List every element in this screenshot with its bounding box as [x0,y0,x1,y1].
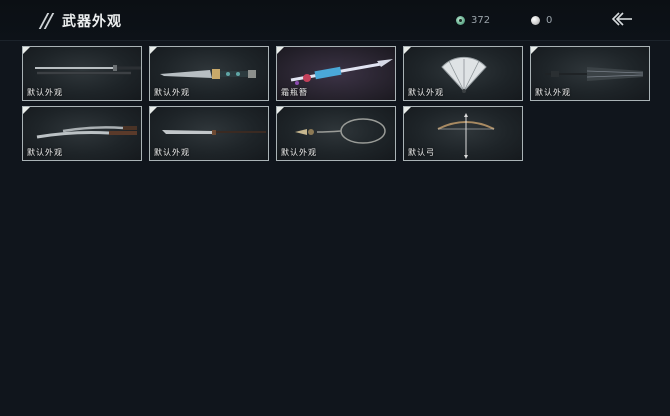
weapon-card-twin-blades[interactable]: 默认外观 [22,106,142,161]
weapon-card-glowing-spear[interactable]: 霜瓶簪 [276,46,396,101]
currency-jade: 372 [456,15,490,26]
weapon-card-ornate-blade[interactable]: 默认外观 [149,46,269,101]
card-label: 默认外观 [27,88,63,97]
weapon-skin-grid: 默认外观 默认外观 霜瓶簪 默认外观 默认外观 默认外观 默认外观 默认外观 默… [22,46,650,161]
double-slash-icon [38,12,56,30]
top-bar: 武器外观 372 0 [0,0,670,41]
back-button[interactable] [610,10,634,28]
card-label: 霜瓶簪 [281,88,308,97]
card-label: 默认外观 [281,148,317,157]
card-label: 默认外观 [535,88,571,97]
card-label: 默认外观 [408,88,444,97]
card-label: 默认外观 [27,148,63,157]
weapon-card-bow[interactable]: 默认弓 [403,106,523,161]
jade-coin-icon [456,16,465,25]
title-group: 武器外观 [38,11,122,31]
back-arrow-icon [611,12,632,26]
page-title: 武器外观 [62,14,122,30]
pearl-icon [531,16,540,25]
weapon-card-long-saber[interactable]: 默认外观 [149,106,269,161]
currency-pearl: 0 [531,15,552,26]
card-label: 默认外观 [154,88,190,97]
card-label: 默认弓 [408,148,435,157]
weapon-card-umbrella[interactable]: 默认外观 [530,46,650,101]
weapon-card-sword[interactable]: 默认外观 [22,46,142,101]
pearl-amount: 0 [546,15,553,26]
jade-amount: 372 [471,15,491,26]
card-label: 默认外观 [154,148,190,157]
weapon-card-war-fan[interactable]: 默认外观 [403,46,523,101]
weapon-card-rope-dart[interactable]: 默认外观 [276,106,396,161]
